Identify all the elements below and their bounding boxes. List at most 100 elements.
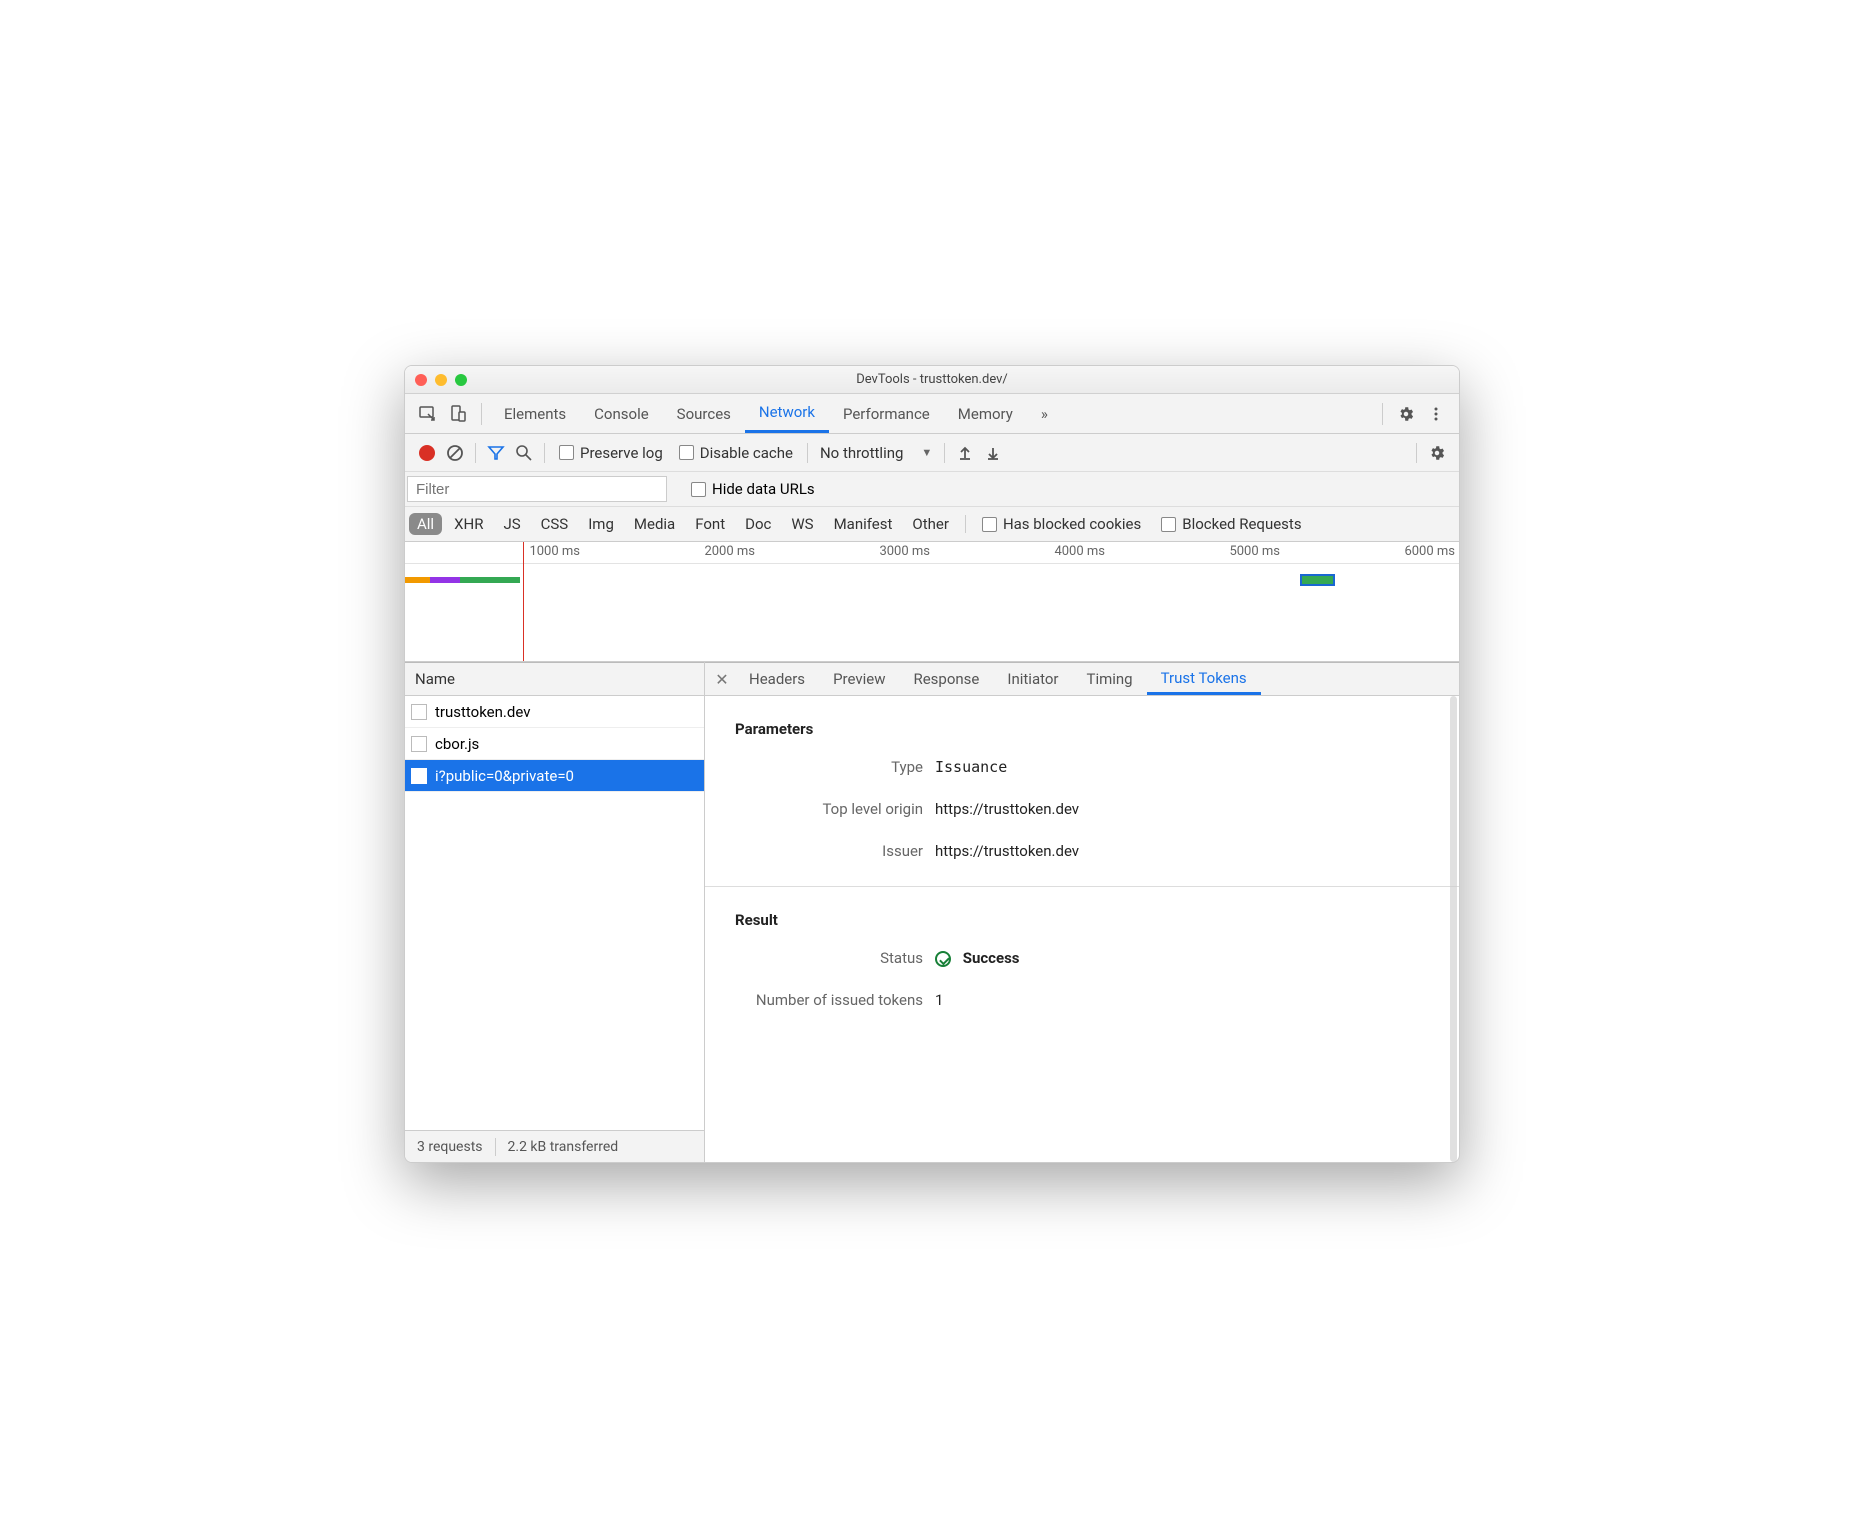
upload-har-icon[interactable] <box>951 439 979 467</box>
blocked-requests-label: Blocked Requests <box>1182 515 1301 533</box>
type-filter-all[interactable]: All <box>409 513 442 535</box>
kv-value: 1 <box>935 991 943 1009</box>
timeline[interactable]: 1000 ms 2000 ms 3000 ms 4000 ms 5000 ms … <box>405 542 1459 662</box>
timeline-tick: 5000 ms <box>1229 544 1280 559</box>
kv-value: Issuance <box>935 758 1007 776</box>
titlebar: DevTools - trusttoken.dev/ <box>405 366 1459 394</box>
requests-count: 3 requests <box>405 1139 495 1155</box>
success-icon <box>935 951 951 967</box>
record-button[interactable] <box>413 439 441 467</box>
type-filter-other[interactable]: Other <box>904 513 957 535</box>
detail-tab-headers[interactable]: Headers <box>735 663 819 695</box>
settings-icon[interactable] <box>1391 399 1421 429</box>
type-filter-doc[interactable]: Doc <box>737 513 779 535</box>
detail-tab-initiator[interactable]: Initiator <box>993 663 1072 695</box>
throttling-value: No throttling <box>820 444 903 462</box>
timeline-bar <box>460 577 520 583</box>
kv-value: Success <box>935 949 1020 967</box>
inspect-icon[interactable] <box>413 399 443 429</box>
kv-row: Status Success <box>705 937 1459 979</box>
status-value-text: Success <box>963 949 1020 967</box>
tab-network[interactable]: Network <box>745 394 829 433</box>
requests-list: trusttoken.dev cbor.js i?public=0&private=… <box>405 696 704 1130</box>
close-detail-icon[interactable]: ✕ <box>709 670 735 689</box>
close-window-button[interactable] <box>415 374 427 386</box>
divider <box>705 886 1459 887</box>
network-toolbar: Preserve log Disable cache No throttling… <box>405 434 1459 472</box>
type-filter-media[interactable]: Media <box>626 513 683 535</box>
type-filter-ws[interactable]: WS <box>783 513 821 535</box>
kv-key: Number of issued tokens <box>735 991 935 1009</box>
file-icon <box>411 704 427 720</box>
kv-key: Type <box>735 758 935 776</box>
devtools-window: DevTools - trusttoken.dev/ ElementsConso… <box>404 365 1460 1163</box>
timeline-ruler: 1000 ms 2000 ms 3000 ms 4000 ms 5000 ms … <box>405 542 1459 564</box>
detail-tab-preview[interactable]: Preview <box>819 663 899 695</box>
hide-data-urls-checkbox[interactable]: Hide data URLs <box>691 480 815 498</box>
kv-value: https://trusttoken.dev <box>935 842 1079 860</box>
type-filter-manifest[interactable]: Manifest <box>826 513 901 535</box>
tab-performance[interactable]: Performance <box>829 394 944 433</box>
filter-icon[interactable] <box>482 439 510 467</box>
detail-tab-response[interactable]: Response <box>899 663 993 695</box>
type-filter-css[interactable]: CSS <box>533 513 577 535</box>
type-filter-row: AllXHRJSCSSImgMediaFontDocWSManifestOthe… <box>405 507 1459 542</box>
result-section-title: Result <box>705 901 1459 937</box>
request-name: trusttoken.dev <box>435 703 530 721</box>
filter-input[interactable] <box>407 476 667 502</box>
search-icon[interactable] <box>510 439 538 467</box>
preserve-log-checkbox[interactable]: Preserve log <box>559 444 663 462</box>
disable-cache-checkbox[interactable]: Disable cache <box>679 444 793 462</box>
zoom-window-button[interactable] <box>455 374 467 386</box>
timeline-tick: 4000 ms <box>1054 544 1105 559</box>
request-item[interactable]: i?public=0&private=0 <box>405 760 704 792</box>
tab-overflow[interactable]: » <box>1027 394 1062 433</box>
tab-console[interactable]: Console <box>580 394 663 433</box>
tab-memory[interactable]: Memory <box>944 394 1027 433</box>
detail-tab-trust-tokens[interactable]: Trust Tokens <box>1147 663 1261 695</box>
traffic-lights <box>415 374 467 386</box>
tab-elements[interactable]: Elements <box>490 394 580 433</box>
type-filter-font[interactable]: Font <box>687 513 733 535</box>
devtools-main-tabs: ElementsConsoleSourcesNetworkPerformance… <box>405 394 1459 434</box>
detail-tab-timing[interactable]: Timing <box>1073 663 1147 695</box>
type-filter-js[interactable]: JS <box>495 513 528 535</box>
network-main: Name trusttoken.dev cbor.js i?public=0&pri… <box>405 662 1459 1162</box>
name-column-header[interactable]: Name <box>405 662 704 696</box>
timeline-tick: 3000 ms <box>879 544 930 559</box>
has-blocked-cookies-label: Has blocked cookies <box>1003 515 1141 533</box>
timeline-marker <box>523 542 524 661</box>
kv-key: Top level origin <box>735 800 935 818</box>
request-item[interactable]: cbor.js <box>405 728 704 760</box>
request-item[interactable]: trusttoken.dev <box>405 696 704 728</box>
request-name: cbor.js <box>435 735 479 753</box>
transferred-size: 2.2 kB transferred <box>496 1139 631 1155</box>
network-settings-icon[interactable] <box>1423 439 1451 467</box>
disable-cache-label: Disable cache <box>700 444 793 462</box>
file-icon <box>411 768 427 784</box>
kv-key: Status <box>735 949 935 967</box>
type-filter-xhr[interactable]: XHR <box>446 513 491 535</box>
filter-row: Hide data URLs <box>405 472 1459 507</box>
throttling-select[interactable]: No throttling ▼ <box>814 444 938 462</box>
has-blocked-cookies-checkbox[interactable]: Has blocked cookies <box>982 515 1141 533</box>
timeline-tick: 1000 ms <box>529 544 580 559</box>
status-bar: 3 requests 2.2 kB transferred <box>405 1130 704 1162</box>
kv-row: Issuer https://trusttoken.dev <box>705 830 1459 872</box>
kv-value: https://trusttoken.dev <box>935 800 1079 818</box>
clear-icon[interactable] <box>441 439 469 467</box>
download-har-icon[interactable] <box>979 439 1007 467</box>
tab-sources[interactable]: Sources <box>663 394 745 433</box>
more-menu-icon[interactable] <box>1421 399 1451 429</box>
timeline-tick: 2000 ms <box>704 544 755 559</box>
kv-row: Top level origin https://trusttoken.dev <box>705 788 1459 830</box>
blocked-requests-checkbox[interactable]: Blocked Requests <box>1161 515 1301 533</box>
timeline-bars <box>405 574 1459 586</box>
scrollbar[interactable] <box>1450 696 1457 1162</box>
window-title: DevTools - trusttoken.dev/ <box>405 372 1459 387</box>
device-toolbar-icon[interactable] <box>443 399 473 429</box>
detail-panel: ✕ HeadersPreviewResponseInitiatorTimingT… <box>705 662 1459 1162</box>
minimize-window-button[interactable] <box>435 374 447 386</box>
type-filter-img[interactable]: Img <box>580 513 622 535</box>
hide-data-urls-label: Hide data URLs <box>712 480 815 498</box>
